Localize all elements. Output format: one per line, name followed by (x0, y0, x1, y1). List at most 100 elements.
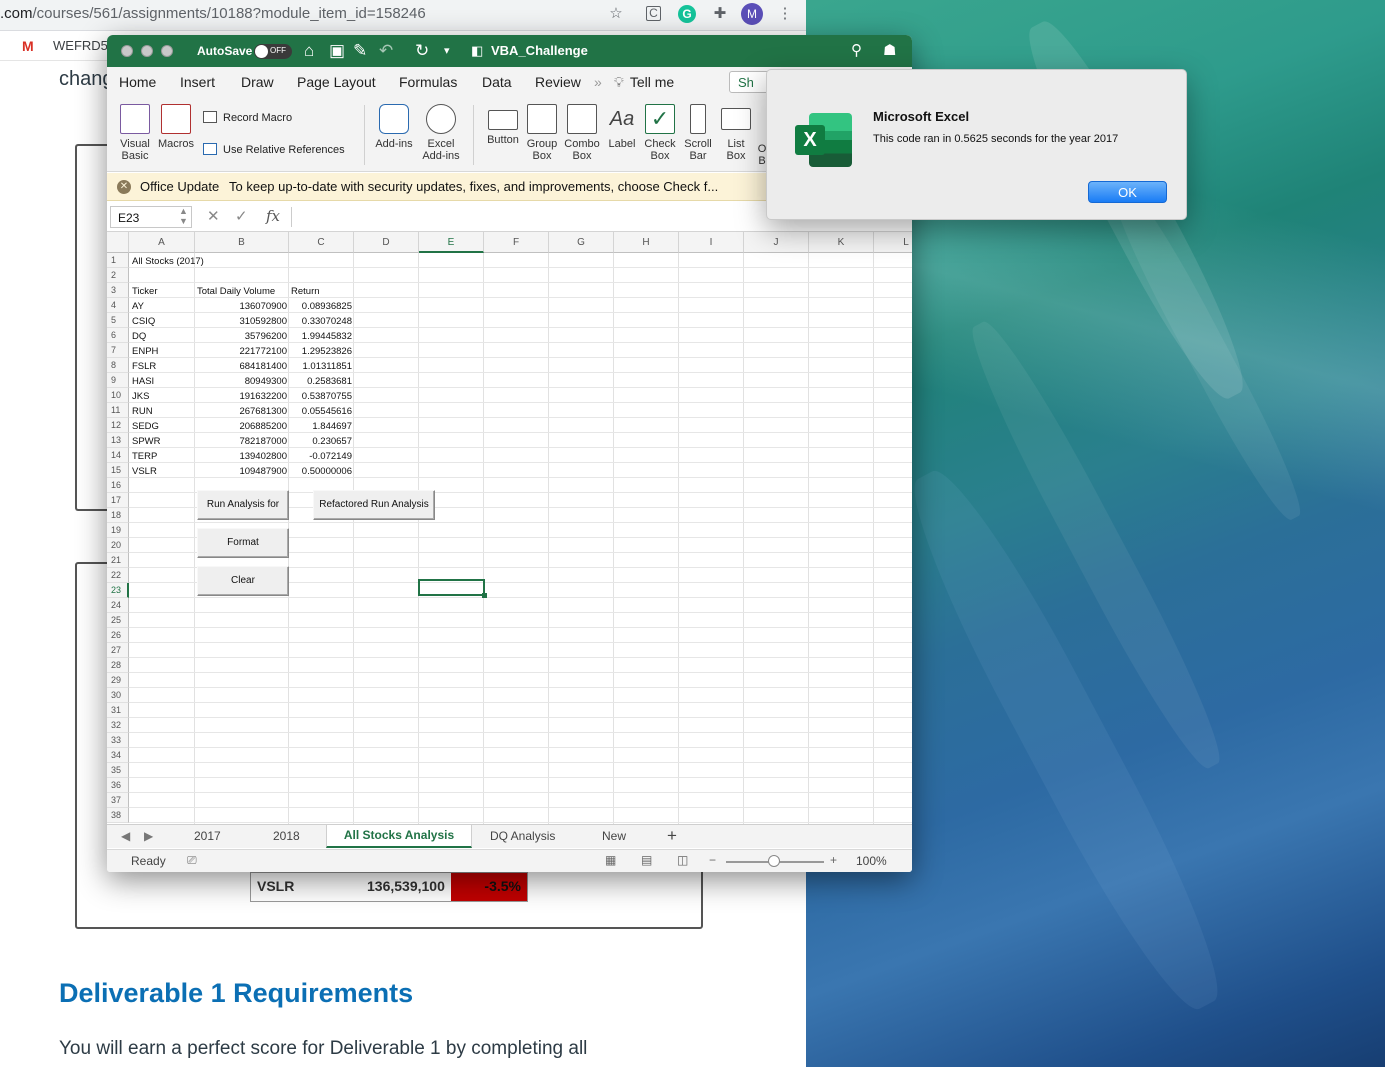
zoom-out-icon[interactable]: − (709, 853, 716, 867)
minimize-window-button[interactable] (141, 45, 153, 57)
ticker-cell[interactable]: TERP (132, 449, 192, 464)
column-header[interactable]: B (195, 232, 289, 253)
undo-icon[interactable]: ↶ (379, 41, 393, 61)
column-header[interactable]: I (679, 232, 744, 253)
row-header[interactable]: 34 (107, 748, 129, 763)
row-header[interactable]: 11 (107, 403, 129, 418)
excel-add-ins-button[interactable]: Excel Add-ins (419, 104, 463, 162)
group-box-control[interactable]: Group Box (525, 104, 559, 162)
column-header[interactable]: H (614, 232, 679, 253)
customize-icon[interactable]: ▾ (444, 41, 450, 61)
title-cell[interactable]: All Stocks (2017) (132, 254, 204, 269)
return-cell[interactable]: 0.08936825 (289, 299, 352, 314)
gmail-icon[interactable]: M (22, 38, 34, 54)
column-header[interactable]: J (744, 232, 809, 253)
row-header[interactable]: 17 (107, 493, 129, 508)
row-header[interactable]: 12 (107, 418, 129, 433)
row-header[interactable]: 29 (107, 673, 129, 688)
volume-cell[interactable]: 684181400 (195, 359, 287, 374)
update-message[interactable]: To keep up-to-date with security updates… (229, 179, 718, 194)
puzzle-icon[interactable]: ✚ (710, 4, 730, 24)
ticker-cell[interactable]: ENPH (132, 344, 192, 359)
column-header[interactable]: L (874, 232, 912, 253)
sheet-tab-new[interactable]: New (602, 829, 626, 843)
ticker-cell[interactable]: SEDG (132, 419, 192, 434)
row-header[interactable]: 8 (107, 358, 129, 373)
normal-view-icon[interactable]: ▦ (605, 853, 616, 867)
check-box-control[interactable]: ✓ Check Box (643, 104, 677, 162)
row-header[interactable]: 26 (107, 628, 129, 643)
tab-page-layout[interactable]: Page Layout (297, 74, 376, 90)
home-icon[interactable]: ⌂ (304, 41, 314, 61)
return-cell[interactable]: 0.230657 (289, 434, 352, 449)
search-icon[interactable]: ⚲ (851, 41, 862, 61)
return-cell[interactable]: 0.2583681 (289, 374, 352, 389)
tab-formulas[interactable]: Formulas (399, 74, 457, 90)
save-icon[interactable]: ▣ (329, 41, 345, 61)
ticker-cell[interactable]: FSLR (132, 359, 192, 374)
volume-cell[interactable]: 35796200 (195, 329, 287, 344)
combo-box-control[interactable]: Combo Box (563, 104, 601, 162)
kebab-menu-icon[interactable]: ⋮ (775, 4, 795, 24)
ticker-cell[interactable]: CSIQ (132, 314, 192, 329)
row-header[interactable]: 9 (107, 373, 129, 388)
volume-cell[interactable]: 782187000 (195, 434, 287, 449)
sheet-tab-dq-analysis[interactable]: DQ Analysis (490, 829, 555, 843)
use-relative-references-button[interactable]: Use Relative References (203, 143, 345, 156)
volume-cell[interactable]: 206885200 (195, 419, 287, 434)
row-header[interactable]: 13 (107, 433, 129, 448)
header-ticker[interactable]: Ticker (132, 284, 158, 299)
refactored-run-analysis-button[interactable]: Refactored Run Analysis (313, 490, 435, 520)
add-sheet-icon[interactable]: + (667, 826, 677, 846)
edit-icon[interactable]: ✎ (353, 41, 367, 61)
sheet-tab-2017[interactable]: 2017 (194, 829, 221, 843)
macro-record-icon[interactable]: ⎚ (187, 853, 197, 868)
grammarly-icon[interactable]: G (678, 5, 696, 23)
add-ins-button[interactable]: Add-ins (373, 104, 415, 150)
select-all-corner[interactable] (107, 232, 129, 253)
row-header[interactable]: 30 (107, 688, 129, 703)
row-header[interactable]: 16 (107, 478, 129, 493)
column-header[interactable]: K (809, 232, 874, 253)
run-analysis-button[interactable]: Run Analysis for (197, 490, 289, 520)
row-header[interactable]: 25 (107, 613, 129, 628)
volume-cell[interactable]: 267681300 (195, 404, 287, 419)
more-tabs-icon[interactable]: » (594, 74, 602, 90)
bookmark-item[interactable]: WEFRD54 (53, 38, 115, 53)
row-header[interactable]: 23 (107, 583, 129, 598)
tab-data[interactable]: Data (482, 74, 512, 90)
document-title[interactable]: VBA_Challenge (491, 43, 588, 58)
close-update-icon[interactable]: ✕ (117, 180, 131, 194)
tab-review[interactable]: Review (535, 74, 581, 90)
format-button[interactable]: Format (197, 528, 289, 558)
column-header[interactable]: D (354, 232, 419, 253)
star-icon[interactable]: ☆ (606, 4, 626, 24)
tab-home[interactable]: Home (119, 74, 156, 90)
return-cell[interactable]: 0.53870755 (289, 389, 352, 404)
return-cell[interactable]: 0.50000006 (289, 464, 352, 479)
volume-cell[interactable]: 109487900 (195, 464, 287, 479)
column-header[interactable]: C (289, 232, 354, 253)
zoom-window-button[interactable] (161, 45, 173, 57)
return-cell[interactable]: 0.33070248 (289, 314, 352, 329)
form-button-control[interactable]: Button (483, 104, 523, 146)
row-header[interactable]: 18 (107, 508, 129, 523)
prev-sheet-icon[interactable]: ◀ (121, 829, 130, 843)
volume-cell[interactable]: 80949300 (195, 374, 287, 389)
zoom-level[interactable]: 100% (856, 854, 887, 868)
macros-button[interactable]: Macros (157, 104, 195, 150)
return-cell[interactable]: 1.99445832 (289, 329, 352, 344)
row-header[interactable]: 6 (107, 328, 129, 343)
label-control[interactable]: Aa Label (605, 104, 639, 150)
zoom-in-icon[interactable]: + (830, 853, 837, 867)
scroll-bar-control[interactable]: Scroll Bar (681, 104, 715, 162)
row-header[interactable]: 38 (107, 808, 129, 823)
row-header[interactable]: 3 (107, 283, 129, 298)
name-box-stepper-icon[interactable]: ▲ ▼ (179, 206, 188, 226)
row-header[interactable]: 14 (107, 448, 129, 463)
column-header[interactable]: G (549, 232, 614, 253)
ticker-cell[interactable]: AY (132, 299, 192, 314)
ticker-cell[interactable]: RUN (132, 404, 192, 419)
header-volume[interactable]: Total Daily Volume (197, 284, 275, 299)
row-header[interactable]: 21 (107, 553, 129, 568)
